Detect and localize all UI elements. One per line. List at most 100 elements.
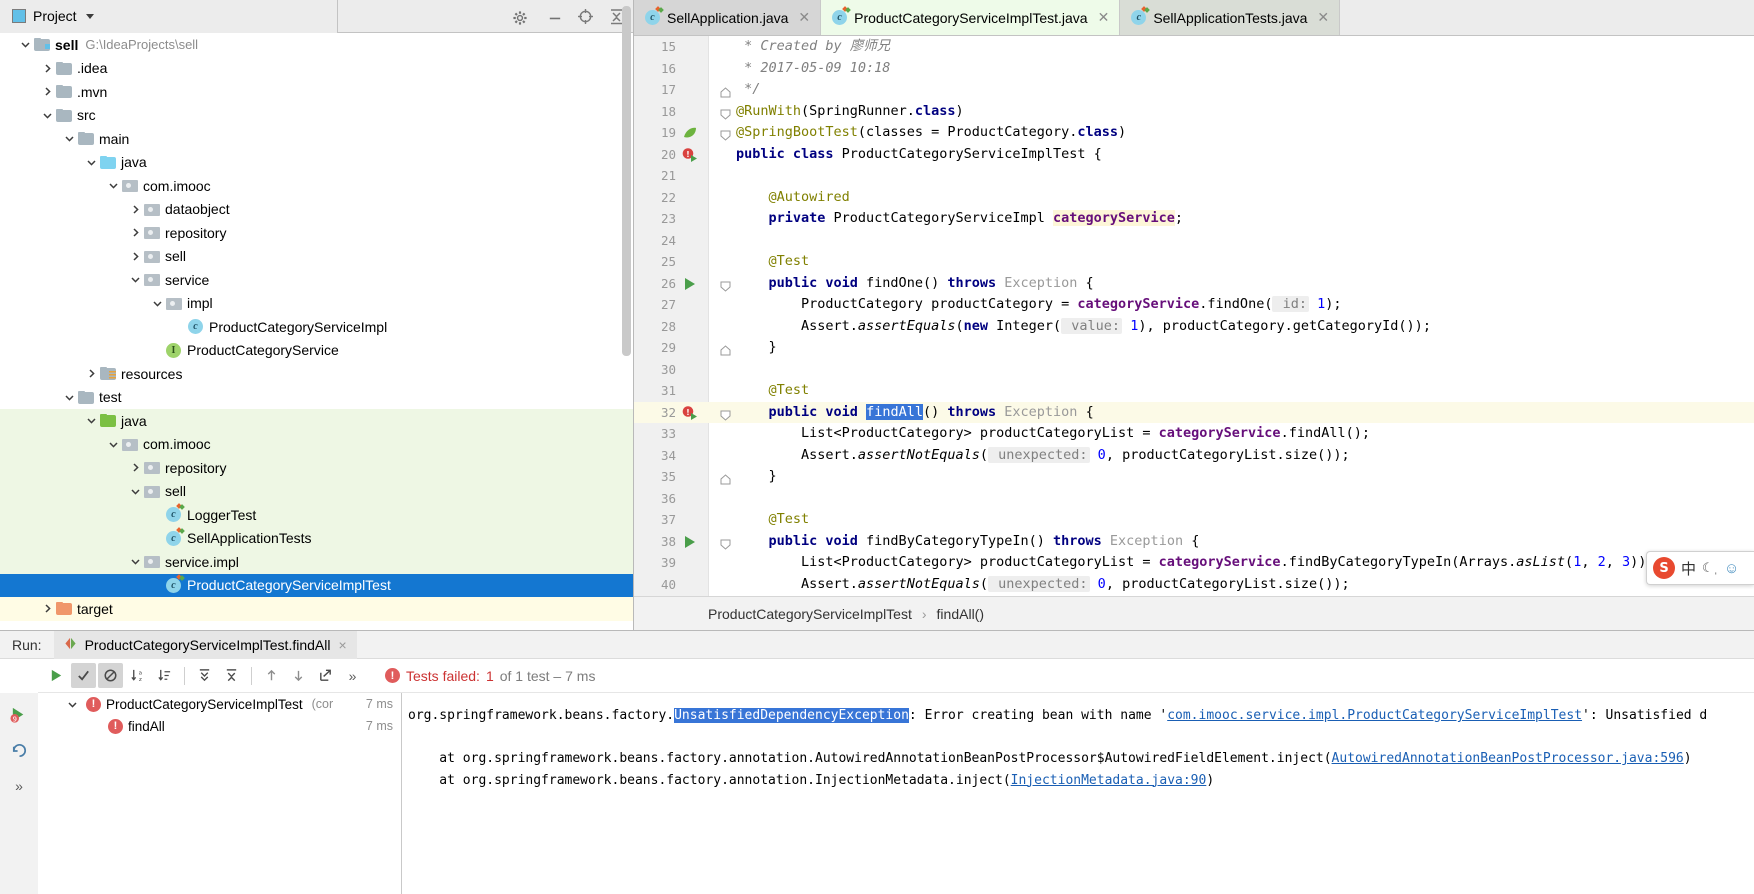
gutter-marker[interactable] (682, 190, 698, 206)
tree-expand-toggle[interactable] (38, 603, 56, 614)
project-tree[interactable]: sell G:\IdeaProjects\sell .idea .mvn src main… (0, 33, 633, 630)
code-line-27[interactable]: 27 ProductCategory productCategory = cat… (634, 294, 1754, 316)
code-line-15[interactable]: 15 * Created by 廖师兄 (634, 36, 1754, 58)
fold-marker[interactable] (720, 41, 731, 52)
breadcrumb[interactable]: ProductCategoryServiceImplTest › findAll… (634, 596, 1754, 630)
hide-ignored-icon[interactable] (98, 663, 123, 688)
expand-all-icon[interactable] (192, 663, 217, 688)
gutter-marker[interactable] (682, 104, 698, 120)
gutter-marker[interactable] (682, 39, 698, 55)
tree-node-com-imooc[interactable]: com.imooc (0, 174, 633, 198)
code-line-21[interactable]: 21 (634, 165, 1754, 187)
fold-marker[interactable] (720, 557, 731, 568)
close-icon[interactable]: ✕ (798, 9, 810, 26)
collapse-all-icon[interactable] (219, 663, 244, 688)
tree-node-target[interactable]: target (0, 597, 633, 621)
code-line-29[interactable]: 29 } (634, 337, 1754, 359)
fold-marker[interactable] (720, 84, 731, 98)
code-line-33[interactable]: 33 List<ProductCategory> productCategory… (634, 423, 1754, 445)
sort-alphabetically-icon[interactable]: a z (125, 663, 150, 688)
gutter-marker[interactable]: ! (682, 147, 698, 163)
tree-expand-toggle[interactable] (126, 251, 144, 262)
tree-expand-toggle[interactable] (82, 157, 100, 168)
gutter-marker[interactable] (682, 491, 698, 507)
tree-node-dataobject[interactable]: dataobject (0, 198, 633, 222)
fold-marker[interactable] (720, 407, 731, 421)
tree-expand-toggle[interactable] (104, 180, 122, 191)
tree-expand-toggle[interactable] (82, 368, 100, 379)
gear-icon[interactable] (512, 10, 529, 27)
tree-expand-toggle[interactable] (104, 439, 122, 450)
more-icon[interactable]: » (4, 771, 34, 801)
gutter-marker[interactable] (682, 448, 698, 464)
prev-failed-icon[interactable] (259, 663, 284, 688)
code-line-22[interactable]: 22 @Autowired (634, 187, 1754, 209)
code-lines[interactable]: 15 * Created by 廖师兄 16 * 2017-05-09 10:18… (634, 36, 1754, 595)
code-line-16[interactable]: 16 * 2017-05-09 10:18 (634, 58, 1754, 80)
sogou-ime-icon[interactable]: S (1653, 557, 1675, 579)
tree-node-sellapplicationtests[interactable]: c SellApplicationTests (0, 526, 633, 550)
code-line-23[interactable]: 23 private ProductCategoryServiceImpl ca… (634, 208, 1754, 230)
ime-toolbar[interactable]: S 中 ☾ˌ ☺ (1646, 551, 1754, 585)
gutter-marker[interactable] (682, 340, 698, 356)
test-expand-toggle[interactable] (63, 699, 81, 710)
gutter-marker[interactable] (682, 555, 698, 571)
export-icon[interactable] (313, 663, 338, 688)
gutter-marker[interactable] (682, 469, 698, 485)
fold-marker[interactable] (720, 493, 731, 504)
sort-by-duration-icon[interactable] (152, 663, 177, 688)
gutter-marker[interactable] (682, 168, 698, 184)
tree-node-src[interactable]: src (0, 104, 633, 128)
fold-marker[interactable] (720, 385, 731, 396)
tree-node-java[interactable]: java (0, 409, 633, 433)
target-locate-icon[interactable] (577, 8, 594, 25)
tree-node-main[interactable]: main (0, 127, 633, 151)
tree-expand-toggle[interactable] (126, 204, 144, 215)
project-tree-scrollbar[interactable] (622, 6, 631, 356)
fold-marker[interactable] (720, 235, 731, 246)
project-tab[interactable]: Project (0, 0, 338, 33)
gutter-marker[interactable] (682, 319, 698, 335)
tree-expand-toggle[interactable] (60, 392, 78, 403)
fold-marker[interactable] (720, 536, 731, 550)
code-line-19[interactable]: 19 @SpringBootTest(classes = ProductCateg… (634, 122, 1754, 144)
fold-marker[interactable] (720, 192, 731, 203)
tree-expand-toggle[interactable] (16, 39, 34, 50)
code-editor[interactable]: 15 * Created by 廖师兄 16 * 2017-05-09 10:18… (634, 36, 1754, 596)
test-row-productcategoryserviceimpltest[interactable]: ! ProductCategoryServiceImplTest (cor 7 ms (38, 693, 401, 715)
tree-node-com-imooc[interactable]: com.imooc (0, 432, 633, 456)
code-line-24[interactable]: 24 (634, 230, 1754, 252)
tree-node-productcategoryserviceimpltest[interactable]: c ProductCategoryServiceImplTest (0, 573, 633, 597)
code-line-25[interactable]: 25 @Test (634, 251, 1754, 273)
code-line-28[interactable]: 28 Assert.assertEquals(new Integer( valu… (634, 316, 1754, 338)
gutter-marker[interactable] (682, 233, 698, 249)
tree-expand-toggle[interactable] (126, 227, 144, 238)
tree-expand-toggle[interactable] (38, 63, 56, 74)
fold-marker[interactable] (720, 342, 731, 356)
editor-tab-0[interactable]: c SellApplication.java ✕ (634, 0, 822, 35)
tree-node-productcategoryserviceimpl[interactable]: c ProductCategoryServiceImpl (0, 315, 633, 339)
more-icon[interactable]: » (340, 663, 365, 688)
test-row-findall[interactable]: ! findAll 7 ms (38, 715, 401, 737)
fold-marker[interactable] (720, 170, 731, 181)
tree-expand-toggle[interactable] (126, 462, 144, 473)
ime-language-indicator[interactable]: 中 (1681, 558, 1696, 579)
tree-expand-toggle[interactable] (38, 86, 56, 97)
tree-node-resources[interactable]: resources (0, 362, 633, 386)
gutter-marker[interactable] (682, 383, 698, 399)
tree-expand-toggle[interactable] (126, 486, 144, 497)
fold-marker[interactable] (720, 364, 731, 375)
stack-trace-link[interactable]: AutowiredAnnotationBeanPostProcessor.jav… (1332, 751, 1684, 766)
code-line-32[interactable]: 32! public void findAll() throws Excepti… (634, 401, 1754, 423)
tree-node-service[interactable]: service (0, 268, 633, 292)
stack-trace-link[interactable]: com.imooc.service.impl.ProductCategorySe… (1167, 708, 1582, 723)
tree-node--mvn[interactable]: .mvn (0, 80, 633, 104)
tree-node-sell[interactable]: sell (0, 245, 633, 269)
code-line-38[interactable]: 38 public void findByCategoryTypeIn() th… (634, 531, 1754, 553)
tree-node-repository[interactable]: repository (0, 456, 633, 480)
ime-mode-icon[interactable]: ☾ˌ (1702, 560, 1718, 576)
editor-tab-1[interactable]: c ProductCategoryServiceImplTest.java ✕ (821, 0, 1121, 35)
tree-expand-toggle[interactable] (60, 133, 78, 144)
breadcrumb-class[interactable]: ProductCategoryServiceImplTest (708, 606, 912, 622)
tree-expand-toggle[interactable] (126, 274, 144, 285)
